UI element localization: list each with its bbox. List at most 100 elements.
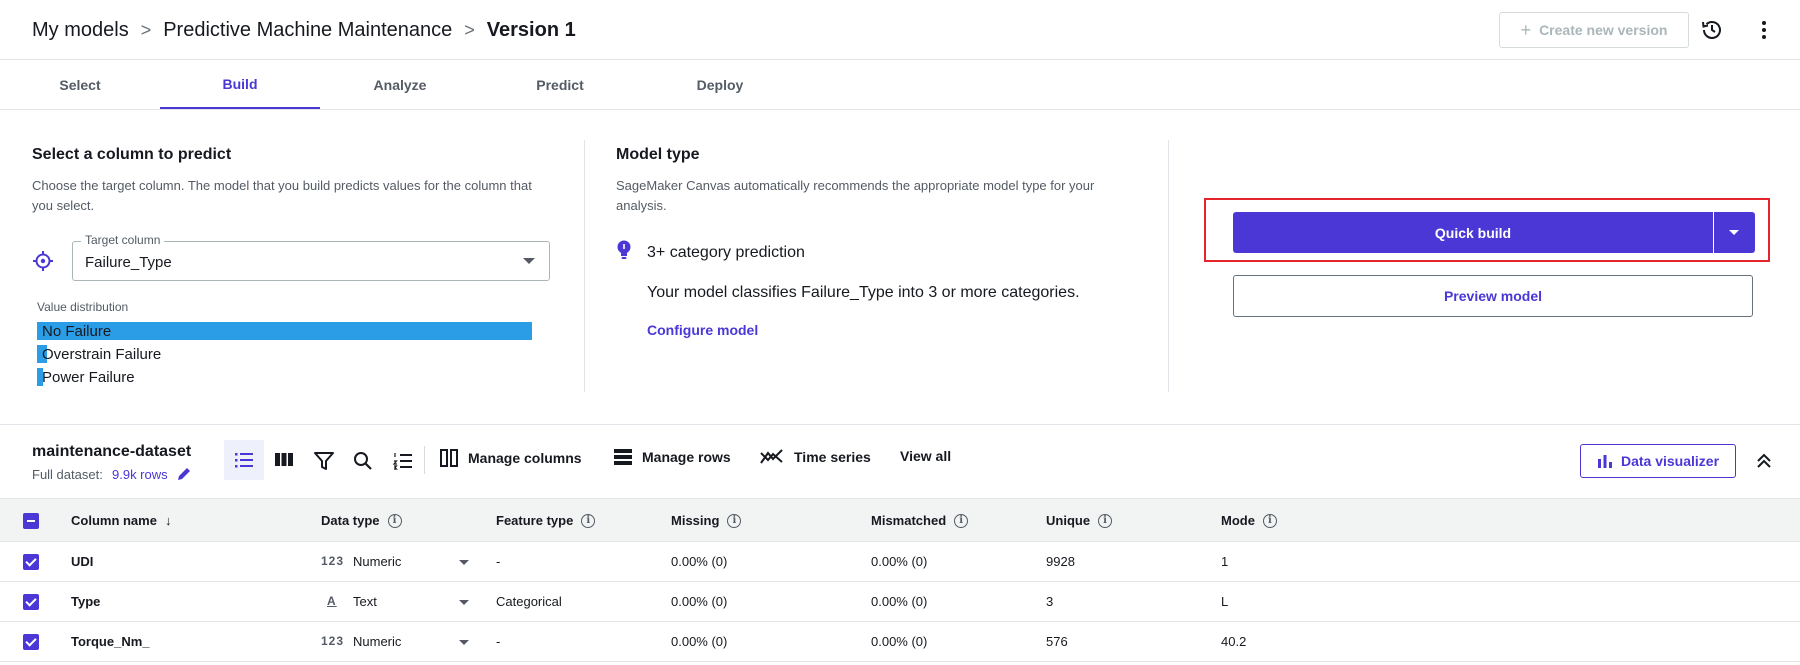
row-checkbox[interactable] (23, 554, 39, 570)
cell-column-name: Torque_Nm_ (71, 634, 150, 649)
distribution-item: Power Failure (37, 368, 532, 386)
time-series-button[interactable]: Time series (760, 448, 871, 466)
sort-arrow-down-icon: ↓ (164, 513, 172, 528)
cell-data-type[interactable]: Numeric (353, 634, 401, 649)
chevron-down-icon (523, 258, 535, 264)
column-header-mode-label: Mode (1221, 513, 1255, 528)
tab-analyze[interactable]: Analyze (320, 61, 480, 109)
numbered-list-icon[interactable] (391, 449, 415, 473)
distribution-label: No Failure (42, 323, 112, 340)
table-row[interactable]: UDI 123 Numeric - 0.00% (0) 0.00% (0) 99… (0, 542, 1800, 582)
list-view-icon[interactable] (232, 448, 256, 472)
tab-predict[interactable]: Predict (480, 61, 640, 109)
model-type-description: SageMaker Canvas automatically recommend… (616, 178, 1095, 213)
distribution-item: No Failure (37, 322, 532, 340)
numeric-type-icon: 123 (321, 634, 345, 648)
breadcrumb: My models > Predictive Machine Maintenan… (32, 19, 576, 42)
cell-data-type[interactable]: Numeric (353, 554, 401, 569)
dataset-rows-link[interactable]: 9.9k rows (112, 467, 168, 482)
filter-icon[interactable] (312, 449, 336, 473)
build-options-dropdown[interactable] (1714, 212, 1755, 253)
table-header: Column name ↓ Data type i Feature type i M… (0, 498, 1800, 542)
column-header-mismatched-label: Mismatched (871, 513, 947, 528)
info-icon[interactable]: i (581, 513, 596, 528)
predict-panel-title: Select a column to predict (32, 146, 232, 163)
column-header-name-label: Column name (71, 513, 157, 528)
cell-missing: 0.00% (0) (671, 594, 728, 609)
cell-mode: 40.2 (1221, 634, 1247, 649)
cell-mismatched: 0.00% (0) (871, 594, 928, 609)
cell-unique: 576 (1046, 634, 1068, 649)
toolbar-separator (424, 446, 425, 474)
chevron-down-icon[interactable] (459, 560, 469, 565)
breadcrumb-my-models[interactable]: My models (32, 19, 129, 42)
column-header-unique-label: Unique (1046, 513, 1091, 528)
info-icon[interactable]: i (727, 513, 742, 528)
data-visualizer-button[interactable]: Data visualizer (1580, 444, 1736, 478)
target-column-select[interactable]: Target column Failure_Type (72, 233, 550, 281)
row-checkbox[interactable] (23, 594, 39, 610)
info-icon[interactable]: i (1262, 513, 1277, 528)
data-visualizer-label: Data visualizer (1620, 453, 1720, 469)
table-row[interactable]: Torque_Nm_ 123 Numeric - 0.00% (0) 0.00%… (0, 622, 1800, 662)
cell-mode: L (1221, 594, 1229, 609)
grid-view-icon[interactable] (272, 448, 296, 472)
distribution-item: Overstrain Failure (37, 345, 532, 363)
column-header-name[interactable]: Column name ↓ (71, 513, 171, 528)
column-header-mismatched: Mismatched i (871, 513, 969, 528)
select-all-checkbox[interactable] (23, 513, 39, 529)
info-icon[interactable]: i (1098, 513, 1113, 528)
quick-build-button[interactable]: Quick build (1233, 212, 1713, 253)
caret-down-icon (1729, 230, 1739, 235)
cell-data-type[interactable]: Text (353, 594, 377, 609)
collapse-icon[interactable] (1752, 449, 1776, 473)
more-options-icon[interactable] (1752, 18, 1776, 42)
info-icon[interactable]: i (387, 513, 402, 528)
distribution-bar (37, 322, 532, 340)
model-category-explanation: Your model classifies Failure_Type into … (647, 284, 1080, 301)
predict-panel-description: Choose the target column. The model that… (32, 178, 532, 213)
cell-mode: 1 (1221, 554, 1229, 569)
tab-select[interactable]: Select (0, 61, 160, 109)
search-icon[interactable] (351, 449, 375, 473)
bar-chart-icon (1597, 455, 1612, 468)
column-header-missing-label: Missing (671, 513, 720, 528)
chevron-down-icon[interactable] (459, 600, 469, 605)
manage-rows-button[interactable]: Manage rows (614, 448, 731, 466)
cell-column-name: UDI (71, 554, 94, 569)
create-new-version-button[interactable]: + Create new version (1499, 12, 1689, 48)
column-header-mode: Mode i (1221, 513, 1277, 528)
dataset-name: maintenance-dataset (32, 443, 192, 460)
info-icon[interactable]: i (954, 513, 969, 528)
model-type-title: Model type (616, 146, 700, 163)
cell-feature-type: Categorical (496, 594, 562, 609)
breadcrumb-model[interactable]: Predictive Machine Maintenance (163, 19, 452, 42)
view-all-button[interactable]: View all (900, 448, 951, 464)
manage-columns-button[interactable]: Manage columns (440, 448, 582, 468)
preview-model-button[interactable]: Preview model (1233, 275, 1753, 317)
time-series-icon (760, 449, 783, 464)
manage-rows-label: Manage rows (642, 449, 731, 465)
distribution-label: Overstrain Failure (42, 346, 162, 363)
time-series-label: Time series (794, 449, 871, 465)
breadcrumb-separator: > (464, 20, 475, 40)
tab-build[interactable]: Build (160, 61, 320, 109)
row-checkbox[interactable] (23, 634, 39, 650)
tab-deploy[interactable]: Deploy (640, 61, 800, 109)
chevron-down-icon[interactable] (459, 640, 469, 645)
rows-icon (614, 449, 632, 465)
column-header-data-type: Data type i (321, 513, 402, 528)
pencil-icon[interactable] (176, 466, 192, 482)
history-icon[interactable] (1700, 18, 1724, 42)
value-distribution-label: Value distribution (37, 300, 129, 314)
dataset-full-label: Full dataset: (32, 467, 103, 482)
panel-divider (584, 140, 585, 392)
configure-model-link[interactable]: Configure model (647, 322, 758, 338)
column-header-data-type-label: Data type (321, 513, 380, 528)
cell-unique: 3 (1046, 594, 1054, 609)
table-row[interactable]: Type A Text Categorical 0.00% (0) 0.00% … (0, 582, 1800, 622)
cell-unique: 9928 (1046, 554, 1075, 569)
breadcrumb-version: Version 1 (486, 19, 576, 41)
distribution-label: Power Failure (42, 369, 135, 386)
column-header-feature-type-label: Feature type (496, 513, 574, 528)
